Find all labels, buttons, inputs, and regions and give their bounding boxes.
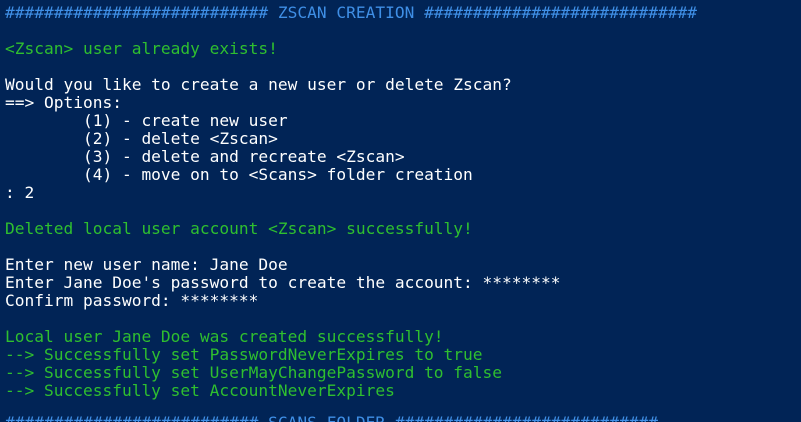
option-input: : 2 — [5, 183, 35, 202]
user-may-change-password-message: --> Successfully set UserMayChangePasswo… — [5, 363, 503, 382]
option-4: (4) - move on to <Scans> folder creation — [5, 165, 473, 184]
prompt-question: Would you like to create a new user or d… — [5, 75, 512, 94]
section-header-scans-folder: ########################## SCANS FOLDER … — [5, 414, 658, 422]
new-user-name-prompt: Enter new user name: Jane Doe — [5, 255, 288, 274]
deleted-user-message: Deleted local user account <Zscan> succe… — [5, 219, 473, 238]
user-exists-message: <Zscan> user already exists! — [5, 39, 278, 58]
options-heading: ==> Options: — [5, 93, 122, 112]
password-never-expires-message: --> Successfully set PasswordNeverExpire… — [5, 345, 483, 364]
user-created-message: Local user Jane Doe was created successf… — [5, 327, 444, 346]
option-1: (1) - create new user — [5, 111, 288, 130]
powershell-console[interactable]: ########################### ZSCAN CREATI… — [0, 0, 801, 422]
password-prompt: Enter Jane Doe's password to create the … — [5, 273, 561, 292]
confirm-password-prompt: Confirm password: ******** — [5, 291, 259, 310]
section-header-zscan-creation: ########################### ZSCAN CREATI… — [5, 3, 697, 22]
account-never-expires-message: --> Successfully set AccountNeverExpires — [5, 381, 395, 400]
option-2: (2) - delete <Zscan> — [5, 129, 278, 148]
option-3: (3) - delete and recreate <Zscan> — [5, 147, 405, 166]
